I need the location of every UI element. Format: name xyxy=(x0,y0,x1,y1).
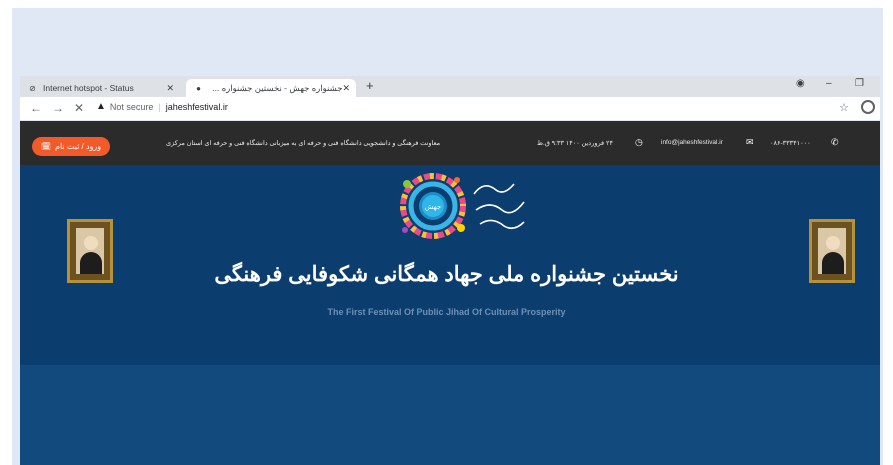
festival-logo: جهش xyxy=(400,173,525,239)
warning-icon: ▲ xyxy=(96,101,106,112)
url-field[interactable]: ▲ Not secure | jaheshfestival.ir xyxy=(96,101,228,112)
url-separator: | xyxy=(158,101,161,112)
phone-icon: ✆ xyxy=(831,137,839,147)
profile-menu-icon[interactable]: ◉ xyxy=(796,78,805,89)
minimize-icon[interactable]: – xyxy=(826,78,832,89)
hotspot-icon: ⊘ xyxy=(29,83,36,93)
close-tab-icon[interactable]: ✕ xyxy=(166,83,174,94)
tab-bar: ⊘ Internet hotspot - Status ✕ ● جشنواره … xyxy=(20,76,880,97)
bookmark-star-icon[interactable]: ☆ xyxy=(839,101,849,114)
tab-jahesh-festival[interactable]: ● جشنواره جهش - نخستین جشنواره ... ✕ xyxy=(186,79,356,97)
close-tab-icon[interactable]: ✕ xyxy=(342,83,350,94)
date-text: ۲۴ فروردین ۱۴۰۰ ۹:۳۳ ق.ظ xyxy=(537,140,613,147)
account-icon[interactable] xyxy=(861,100,875,114)
calendar-icon: 🗓 xyxy=(40,142,51,151)
stop-icon[interactable]: ✕ xyxy=(74,101,84,115)
site-topbar: 🗓 ورود / ثبت نام معاونت فرهنگی و دانشجوی… xyxy=(20,121,880,165)
phone-text[interactable]: ۰۸۶-۳۳۳۴۱۰۰۰ xyxy=(770,139,811,147)
not-secure-label: Not secure xyxy=(109,101,154,112)
tab-label: جشنواره جهش - نخستین جشنواره ... xyxy=(212,82,343,93)
login-register-button[interactable]: 🗓 ورود / ثبت نام xyxy=(32,137,110,156)
url-text: jaheshfestival.ir xyxy=(165,101,228,112)
logo-text: جهش xyxy=(425,203,441,211)
site-icon: ● xyxy=(196,83,201,93)
tab-label: Internet hotspot - Status xyxy=(43,83,134,93)
new-tab-button[interactable]: + xyxy=(366,78,374,93)
page-title: نخستین جشنواره ملی جهاد همگانی شکوفایی ف… xyxy=(214,263,679,286)
address-bar-row: ← → ✕ ▲ Not secure | jaheshfestival.ir ☆ xyxy=(20,97,880,120)
envelope-icon: ✉ xyxy=(746,137,754,147)
clock-icon: ◷ xyxy=(635,137,643,147)
tab-internet-hotspot[interactable]: ⊘ Internet hotspot - Status ✕ xyxy=(20,79,180,97)
content-area xyxy=(20,365,880,465)
restore-icon[interactable]: ❐ xyxy=(855,78,864,89)
email-text[interactable]: info@jaheshfestival.ir xyxy=(661,139,723,146)
login-label: ورود / ثبت نام xyxy=(55,142,102,151)
back-icon[interactable]: ← xyxy=(30,101,42,115)
organizer-text: معاونت فرهنگی و دانشجویی دانشگاه فنی و ح… xyxy=(166,140,441,147)
forward-icon[interactable]: → xyxy=(52,101,64,115)
page-subtitle: The First Festival Of Public Jihad Of Cu… xyxy=(327,307,566,317)
